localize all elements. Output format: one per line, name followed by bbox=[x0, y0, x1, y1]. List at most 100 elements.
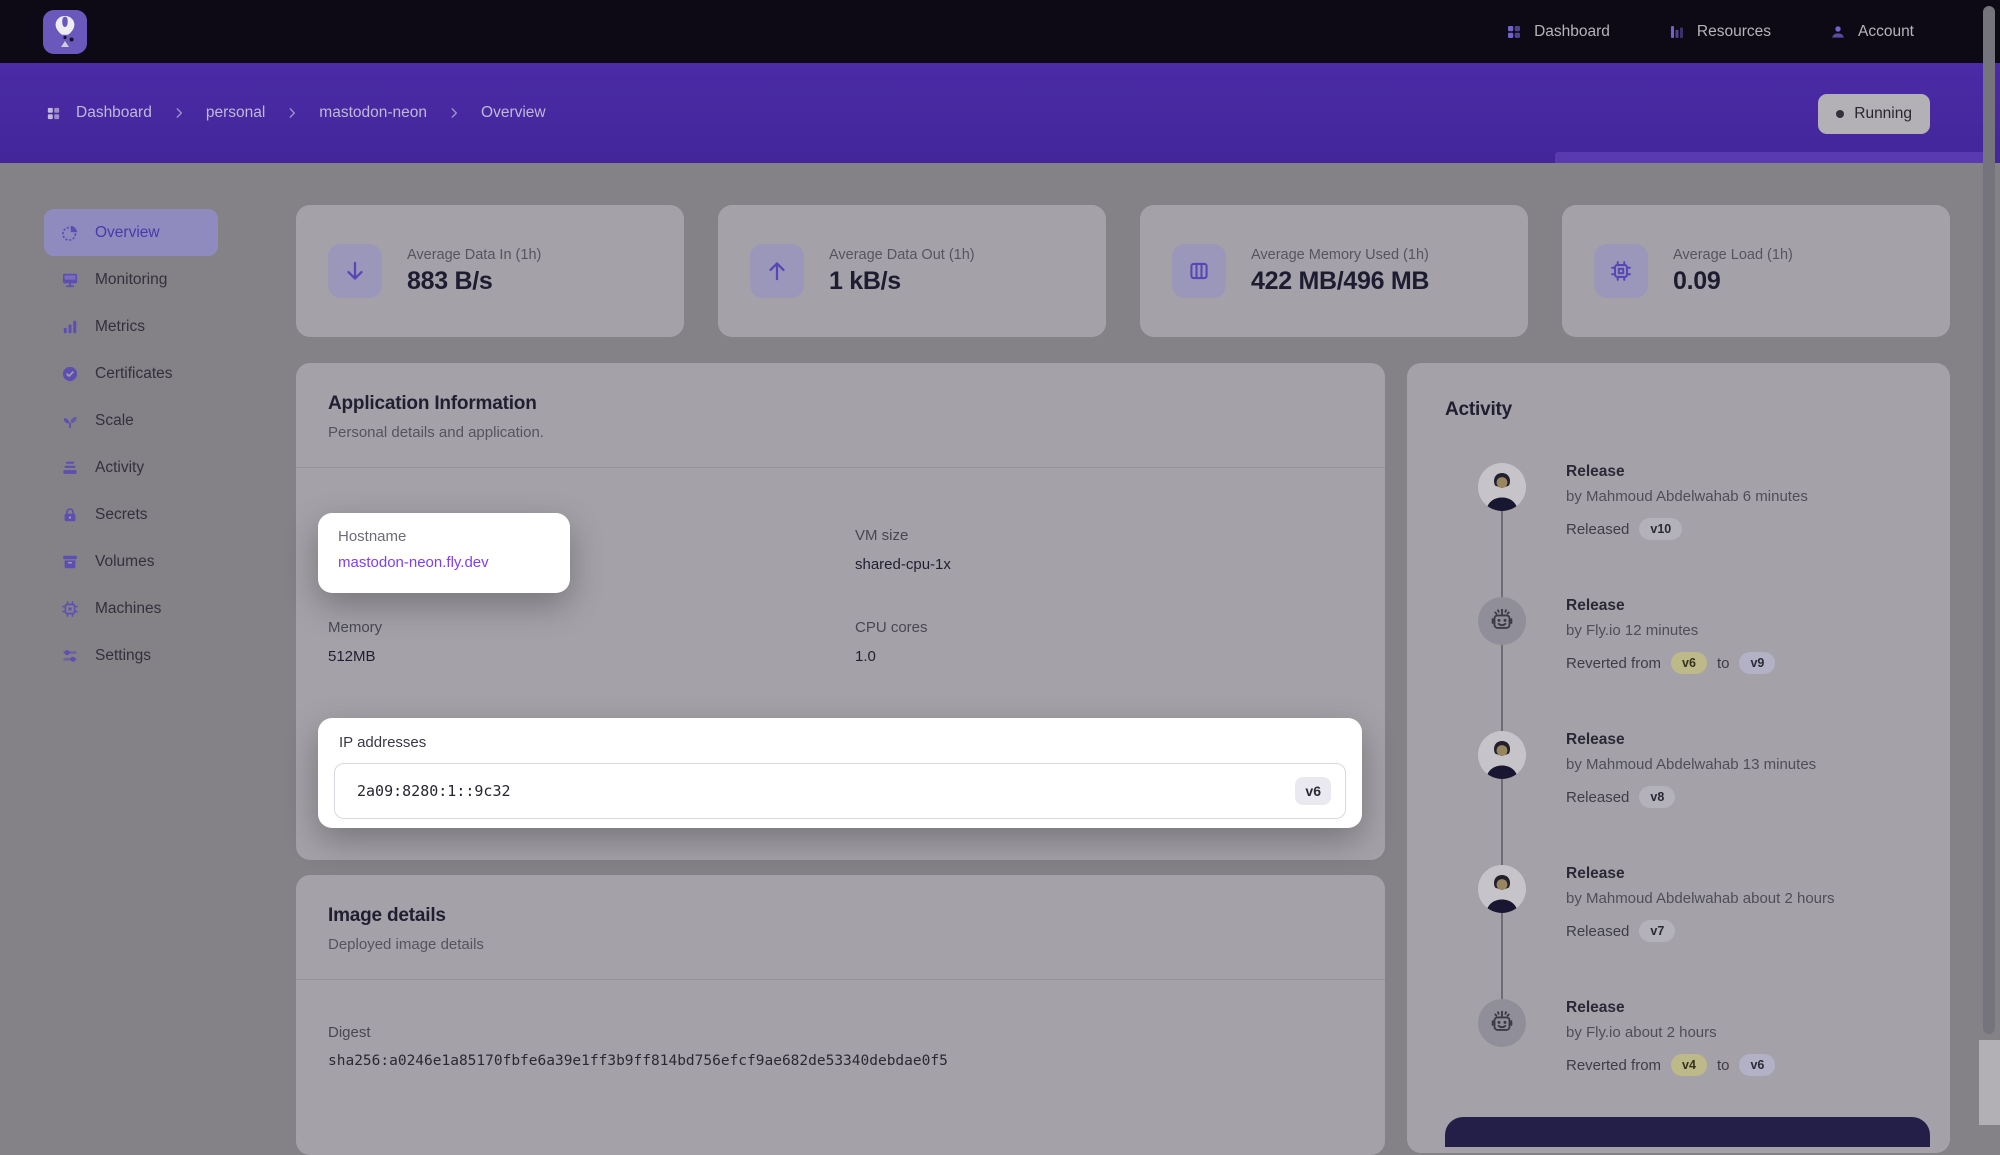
cpu-cores-field: CPU cores 1.0 bbox=[855, 619, 928, 665]
robot-avatar-icon bbox=[1478, 597, 1526, 645]
nav-account[interactable]: Account bbox=[1829, 23, 1914, 41]
bar-chart-icon bbox=[60, 317, 80, 337]
digest-label: Digest bbox=[328, 1024, 1353, 1041]
sidebar-item-label: Secrets bbox=[95, 506, 148, 524]
vm-size-label: VM size bbox=[855, 527, 951, 544]
version-badge-to: v6 bbox=[1739, 1054, 1775, 1076]
memory-label: Memory bbox=[328, 619, 382, 636]
activity-item-title: Release bbox=[1566, 731, 1816, 749]
sidebar-item-certificates[interactable]: Certificates bbox=[44, 350, 218, 397]
sidebar-item-machines[interactable]: Machines bbox=[44, 585, 218, 632]
sidebar-item-secrets[interactable]: Secrets bbox=[44, 491, 218, 538]
activity-item-title: Release bbox=[1566, 597, 1775, 615]
user-icon bbox=[1829, 23, 1847, 41]
sidebar-item-label: Scale bbox=[95, 412, 134, 430]
pie-chart-icon bbox=[60, 223, 80, 243]
ip-address-row[interactable]: 2a09:8280:1::9c32 v6 bbox=[334, 763, 1346, 819]
sidebar-item-monitoring[interactable]: Monitoring bbox=[44, 256, 218, 303]
sidebar-item-label: Overview bbox=[95, 224, 160, 242]
stat-label: Average Load (1h) bbox=[1673, 247, 1793, 263]
activity-title: Activity bbox=[1445, 399, 1912, 421]
sidebar: Overview Monitoring Metrics Certificates… bbox=[44, 209, 234, 679]
cpu-cores-label: CPU cores bbox=[855, 619, 928, 636]
flyio-logo[interactable] bbox=[43, 10, 87, 54]
stat-card-data-in: Average Data In (1h) 883 B/s bbox=[296, 205, 684, 337]
activity-item-title: Release bbox=[1566, 463, 1808, 481]
stat-value: 883 B/s bbox=[407, 267, 541, 296]
stats-row: Average Data In (1h) 883 B/s Average Dat… bbox=[296, 205, 1950, 337]
top-navigation: Dashboard Resources Account bbox=[1505, 23, 1914, 41]
sidebar-item-metrics[interactable]: Metrics bbox=[44, 303, 218, 350]
activity-item-meta: by Mahmoud Abdelwahab about 2 hours bbox=[1566, 890, 1835, 907]
sidebar-item-settings[interactable]: Settings bbox=[44, 632, 218, 679]
breadcrumb-dashboard[interactable]: Dashboard bbox=[45, 104, 152, 122]
status-label: Running bbox=[1854, 105, 1912, 123]
sidebar-item-activity[interactable]: Activity bbox=[44, 444, 218, 491]
breadcrumb: Dashboard personal mastodon-neon Overvie… bbox=[45, 63, 546, 163]
card-subtitle: Personal details and application. bbox=[328, 424, 1353, 441]
cpu-chip-icon bbox=[60, 599, 80, 619]
vm-size-field: VM size shared-cpu-1x bbox=[855, 527, 951, 573]
sidebar-item-label: Settings bbox=[95, 647, 151, 665]
memory-field: Memory 512MB bbox=[328, 619, 382, 665]
hostname-link[interactable]: mastodon-neon.fly.dev bbox=[338, 554, 550, 571]
sidebar-item-scale[interactable]: Scale bbox=[44, 397, 218, 444]
version-badge: v8 bbox=[1639, 786, 1675, 808]
archive-box-icon bbox=[60, 552, 80, 572]
arrow-down-icon bbox=[328, 244, 382, 298]
ip-addresses-label: IP addresses bbox=[334, 734, 1346, 751]
breadcrumb-overview[interactable]: Overview bbox=[481, 104, 546, 122]
stat-card-data-out: Average Data Out (1h) 1 kB/s bbox=[718, 205, 1106, 337]
tour-popover-edge[interactable] bbox=[1445, 1117, 1930, 1147]
stat-card-load: Average Load (1h) 0.09 bbox=[1562, 205, 1950, 337]
sidebar-item-label: Metrics bbox=[95, 318, 145, 336]
ip-address-value: 2a09:8280:1::9c32 bbox=[357, 782, 511, 800]
sidebar-item-label: Monitoring bbox=[95, 271, 167, 289]
monitor-icon bbox=[60, 270, 80, 290]
grid-icon bbox=[45, 105, 62, 122]
activity-panel: Activity Release by Mahmoud Abdelwahab 6… bbox=[1407, 363, 1950, 1153]
version-badge-from: v4 bbox=[1671, 1054, 1707, 1076]
version-badge-to: v9 bbox=[1739, 652, 1775, 674]
sidebar-item-label: Volumes bbox=[95, 553, 154, 571]
activity-item: Release by Mahmoud Abdelwahab 6 minutes … bbox=[1445, 463, 1912, 597]
app-status-badge[interactable]: Running bbox=[1818, 94, 1930, 134]
bar-chart-icon bbox=[1668, 23, 1686, 41]
card-title: Application Information bbox=[328, 393, 1353, 415]
version-badge: v10 bbox=[1639, 518, 1682, 540]
sidebar-item-label: Activity bbox=[95, 459, 144, 477]
sidebar-item-label: Machines bbox=[95, 600, 161, 618]
columns-icon bbox=[1172, 244, 1226, 298]
nav-resources-label: Resources bbox=[1697, 23, 1771, 41]
grid-icon bbox=[1505, 23, 1523, 41]
breadcrumb-app[interactable]: mastodon-neon bbox=[319, 104, 427, 122]
stat-card-memory: Average Memory Used (1h) 422 MB/496 MB bbox=[1140, 205, 1528, 337]
application-information-card: Application Information Personal details… bbox=[296, 363, 1385, 860]
activity-item-meta: by Fly.io about 2 hours bbox=[1566, 1024, 1775, 1041]
action-label: Released bbox=[1566, 521, 1629, 538]
robot-avatar-icon bbox=[1478, 999, 1526, 1047]
stat-label: Average Memory Used (1h) bbox=[1251, 247, 1429, 263]
breadcrumb-label: Overview bbox=[481, 104, 546, 122]
sidebar-item-overview[interactable]: Overview bbox=[44, 209, 218, 256]
nav-account-label: Account bbox=[1858, 23, 1914, 41]
stat-value: 1 kB/s bbox=[829, 267, 975, 296]
activity-item-meta: by Mahmoud Abdelwahab 6 minutes bbox=[1566, 488, 1808, 505]
stat-label: Average Data In (1h) bbox=[407, 247, 541, 263]
version-badge-from: v6 bbox=[1671, 652, 1707, 674]
chevron-right-icon bbox=[285, 106, 299, 120]
breadcrumb-bar: Dashboard personal mastodon-neon Overvie… bbox=[0, 63, 2000, 163]
stat-value: 0.09 bbox=[1673, 267, 1793, 296]
scrollbar-thumb[interactable] bbox=[1983, 6, 1995, 1034]
card-title: Image details bbox=[328, 905, 1353, 927]
digest-value: sha256:a0246e1a85170fbfe6a39e1ff3b9ff814… bbox=[328, 1053, 1353, 1069]
sidebar-item-volumes[interactable]: Volumes bbox=[44, 538, 218, 585]
divider bbox=[296, 467, 1385, 468]
activity-timeline: Release by Mahmoud Abdelwahab 6 minutes … bbox=[1445, 463, 1912, 1133]
stat-label: Average Data Out (1h) bbox=[829, 247, 975, 263]
nav-dashboard[interactable]: Dashboard bbox=[1505, 23, 1610, 41]
nav-resources[interactable]: Resources bbox=[1668, 23, 1771, 41]
breadcrumb-personal[interactable]: personal bbox=[206, 104, 265, 122]
breadcrumb-label: personal bbox=[206, 104, 265, 122]
ip-version-badge: v6 bbox=[1295, 777, 1331, 805]
